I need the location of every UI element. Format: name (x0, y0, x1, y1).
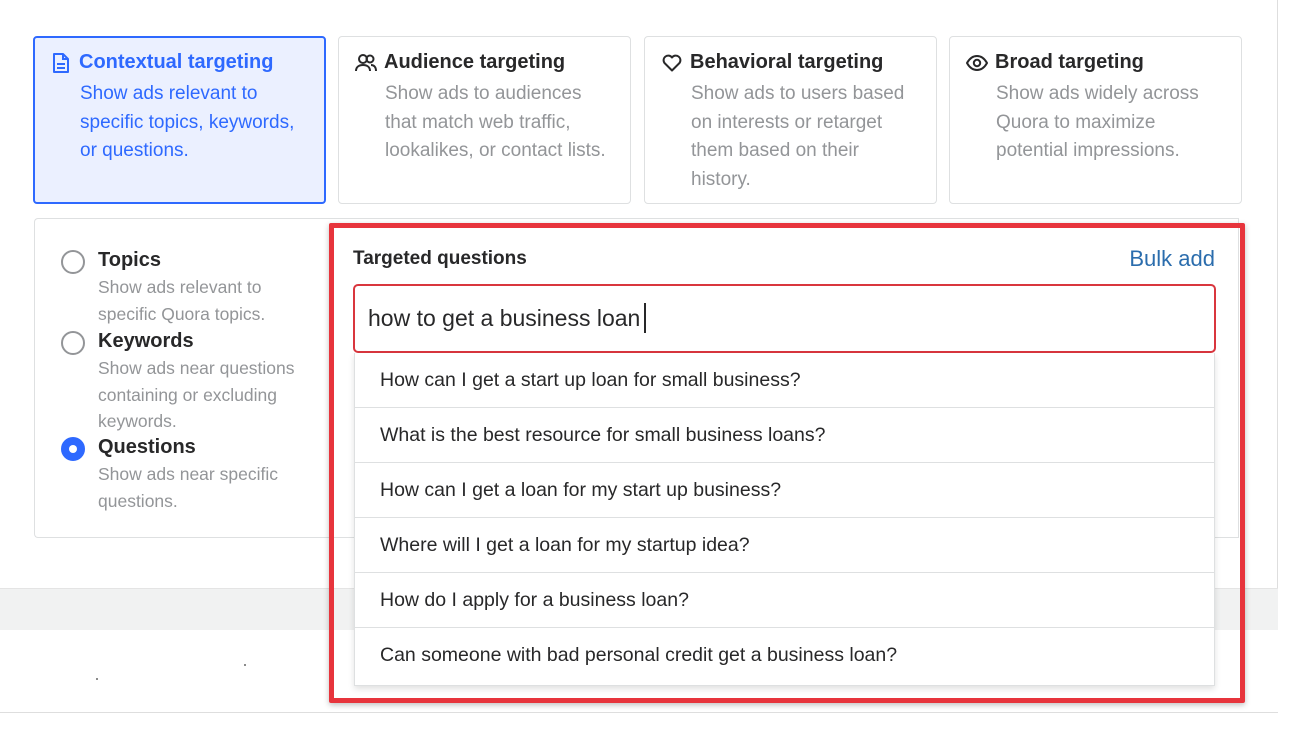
option-text: Keywords Show ads near questions contain… (98, 327, 308, 435)
radio-keywords[interactable] (61, 331, 85, 355)
card-title-row: Contextual targeting (50, 51, 309, 74)
suggestion-item[interactable]: How can I get a loan for my start up bus… (355, 463, 1214, 518)
option-questions[interactable]: Questions Show ads near specific questio… (61, 433, 308, 514)
card-contextual-targeting[interactable]: Contextual targeting Show ads relevant t… (33, 36, 326, 204)
targeting-page: Contextual targeting Show ads relevant t… (0, 0, 1308, 754)
people-icon (355, 52, 377, 74)
card-title: Behavioral targeting (690, 51, 884, 73)
option-title: Questions (98, 436, 196, 458)
card-title-row: Broad targeting (966, 51, 1225, 74)
card-description: Show ads to audiences that match web tra… (385, 83, 606, 161)
card-title-row: Audience targeting (355, 51, 614, 74)
suggestion-item[interactable]: Can someone with bad personal credit get… (355, 628, 1214, 683)
suggestion-item[interactable]: What is the best resource for small busi… (355, 408, 1214, 463)
targeting-options-panel: Topics Show ads relevant to specific Quo… (34, 218, 334, 538)
option-text: Questions Show ads near specific questio… (98, 433, 308, 514)
card-description: Show ads relevant to specific topics, ke… (80, 83, 295, 161)
suggestion-item[interactable]: How can I get a start up loan for small … (355, 353, 1214, 408)
option-topics[interactable]: Topics Show ads relevant to specific Quo… (61, 246, 308, 327)
document-icon (50, 52, 72, 74)
option-title: Keywords (98, 330, 194, 352)
option-description: Show ads relevant to specific Quora topi… (98, 277, 266, 324)
suggestion-dropdown: How can I get a start up loan for small … (354, 353, 1215, 686)
heart-icon (661, 52, 683, 74)
suggestion-item[interactable]: Where will I get a loan for my startup i… (355, 518, 1214, 573)
card-title: Audience targeting (384, 51, 566, 73)
option-description: Show ads near questions containing or ex… (98, 358, 295, 431)
card-title-row: Behavioral targeting (661, 51, 920, 74)
card-behavioral-targeting[interactable]: Behavioral targeting Show ads to users b… (644, 36, 937, 204)
radio-questions[interactable] (61, 437, 85, 461)
card-title: Contextual targeting (79, 51, 274, 73)
question-search-box[interactable] (353, 284, 1216, 353)
question-search-input[interactable] (368, 286, 1214, 351)
card-description: Show ads widely across Quora to maximize… (996, 83, 1199, 161)
targeted-questions-label: Targeted questions (353, 248, 527, 269)
suggestion-item[interactable]: How do I apply for a business loan? (355, 573, 1214, 628)
option-description: Show ads near specific questions. (98, 464, 278, 511)
bottom-divider (0, 712, 1278, 713)
radio-topics[interactable] (61, 250, 85, 274)
stray-dot (96, 678, 98, 680)
card-description: Show ads to users based on interests or … (691, 83, 905, 190)
option-title: Topics (98, 249, 161, 271)
bulk-add-link[interactable]: Bulk add (1129, 246, 1215, 272)
eye-icon (966, 52, 988, 74)
card-audience-targeting[interactable]: Audience targeting Show ads to audiences… (338, 36, 631, 204)
text-caret (644, 303, 646, 333)
card-title: Broad targeting (995, 51, 1144, 73)
option-keywords[interactable]: Keywords Show ads near questions contain… (61, 327, 308, 435)
card-broad-targeting[interactable]: Broad targeting Show ads widely across Q… (949, 36, 1242, 204)
option-text: Topics Show ads relevant to specific Quo… (98, 246, 308, 327)
stray-dot (244, 664, 246, 666)
